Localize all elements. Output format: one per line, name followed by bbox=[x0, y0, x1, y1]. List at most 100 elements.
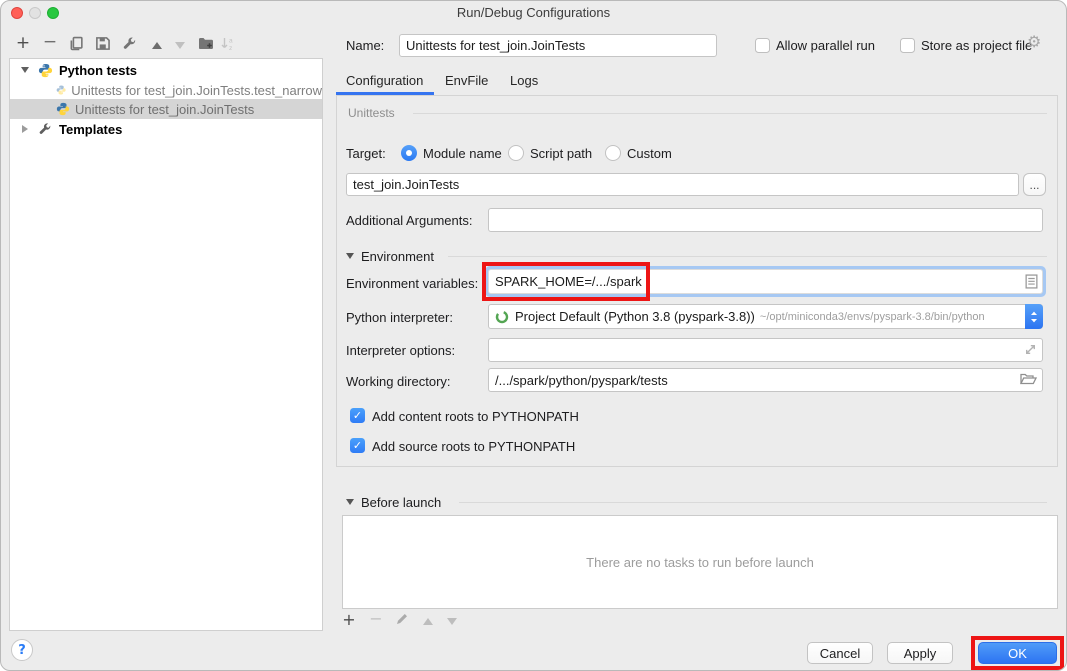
chevron-up-down-icon bbox=[1029, 309, 1039, 325]
before-launch-edit-button[interactable] bbox=[392, 609, 412, 629]
section-divider bbox=[459, 502, 1047, 503]
move-up-button[interactable] bbox=[147, 35, 167, 55]
tab-envfile[interactable]: EnvFile bbox=[445, 73, 488, 88]
add-source-roots-label: Add source roots to PYTHONPATH bbox=[372, 439, 575, 454]
before-launch-task-list: There are no tasks to run before launch bbox=[342, 515, 1058, 609]
before-launch-move-up-button[interactable] bbox=[418, 611, 438, 631]
wrench-icon bbox=[38, 122, 52, 136]
arrow-up-icon bbox=[152, 42, 162, 49]
tree-item-label: Unittests for test_join.JoinTests bbox=[75, 102, 254, 117]
store-as-project-file-checkbox[interactable] bbox=[900, 38, 915, 53]
tree-item-python-tests[interactable]: Python tests bbox=[10, 60, 322, 80]
add-source-roots-checkbox[interactable]: ✓ bbox=[350, 438, 365, 453]
python-icon bbox=[56, 102, 70, 116]
working-directory-label: Working directory: bbox=[346, 374, 451, 389]
section-divider bbox=[413, 113, 1047, 114]
environment-collapse-icon[interactable] bbox=[346, 253, 354, 259]
gear-icon[interactable]: ⚙ bbox=[1027, 32, 1041, 51]
before-launch-collapse-icon[interactable] bbox=[346, 499, 354, 505]
cancel-button[interactable]: Cancel bbox=[807, 642, 873, 664]
python-interpreter-select[interactable]: Project Default (Python 3.8 (pyspark-3.8… bbox=[488, 304, 1043, 329]
tree-item-unittests-jointests-selected[interactable]: Unittests for test_join.JoinTests bbox=[10, 99, 322, 119]
arrow-down-icon bbox=[447, 618, 457, 625]
working-directory-value: /.../spark/python/pyspark/tests bbox=[495, 373, 668, 388]
tree-item-templates[interactable]: Templates bbox=[10, 119, 322, 139]
unittests-section-title: Unittests bbox=[348, 106, 395, 120]
expand-icon[interactable] bbox=[22, 125, 28, 133]
python-icon bbox=[38, 63, 53, 78]
add-content-roots-label: Add content roots to PYTHONPATH bbox=[372, 409, 579, 424]
environment-section-title: Environment bbox=[361, 249, 434, 264]
new-folder-icon bbox=[198, 36, 214, 50]
minus-icon: − bbox=[43, 32, 57, 52]
additional-arguments-input[interactable] bbox=[488, 208, 1043, 232]
tree-item-unittests-test-narrow[interactable]: Unittests for test_join.JoinTests.test_n… bbox=[10, 80, 322, 100]
target-custom-label: Custom bbox=[627, 146, 672, 161]
ellipsis-icon: ... bbox=[1029, 178, 1039, 192]
target-script-path-label: Script path bbox=[530, 146, 592, 161]
target-custom-radio[interactable] bbox=[605, 145, 621, 161]
check-icon: ✓ bbox=[353, 409, 362, 422]
copy-icon bbox=[69, 36, 84, 51]
additional-arguments-label: Additional Arguments: bbox=[346, 213, 472, 228]
interpreter-options-label: Interpreter options: bbox=[346, 343, 455, 358]
tree-item-label: Unittests for test_join.JoinTests.test_n… bbox=[71, 83, 322, 98]
arrow-down-icon bbox=[175, 42, 185, 49]
target-value-input[interactable]: test_join.JoinTests bbox=[346, 173, 1019, 196]
working-directory-input[interactable]: /.../spark/python/pyspark/tests bbox=[488, 368, 1043, 392]
save-configuration-button[interactable] bbox=[92, 33, 112, 53]
target-value: test_join.JoinTests bbox=[353, 177, 459, 192]
sort-configurations-button[interactable]: az bbox=[218, 33, 238, 53]
section-divider bbox=[448, 256, 1047, 257]
sort-az-icon: az bbox=[220, 36, 236, 51]
environment-variables-input[interactable]: SPARK_HOME=/.../spark bbox=[488, 269, 1043, 294]
name-input[interactable]: Unittests for test_join.JoinTests bbox=[399, 34, 717, 57]
before-launch-move-down-button[interactable] bbox=[442, 611, 462, 631]
allow-parallel-run-checkbox[interactable] bbox=[755, 38, 770, 53]
before-launch-empty-text: There are no tasks to run before launch bbox=[586, 555, 814, 570]
browse-working-directory-button[interactable] bbox=[1020, 372, 1037, 391]
target-module-name-radio[interactable] bbox=[401, 145, 417, 161]
tab-logs[interactable]: Logs bbox=[510, 73, 538, 88]
pencil-icon bbox=[395, 612, 409, 626]
collapse-icon[interactable] bbox=[21, 67, 29, 73]
name-label: Name: bbox=[346, 38, 384, 53]
minus-icon: − bbox=[369, 609, 382, 628]
target-module-name-label: Module name bbox=[423, 146, 502, 161]
python-interpreter-path: ~/opt/miniconda3/envs/pyspark-3.8/bin/py… bbox=[760, 311, 985, 323]
plus-icon: + bbox=[16, 33, 30, 53]
variables-list-icon bbox=[1025, 274, 1038, 289]
env-variables-value: SPARK_HOME=/.../spark bbox=[495, 274, 642, 289]
add-content-roots-checkbox[interactable]: ✓ bbox=[350, 408, 365, 423]
plus-icon: + bbox=[342, 610, 355, 629]
move-down-button[interactable] bbox=[170, 35, 190, 55]
title-bar: Run/Debug Configurations bbox=[1, 1, 1066, 23]
allow-parallel-run-label: Allow parallel run bbox=[776, 38, 875, 53]
remove-configuration-button[interactable]: − bbox=[40, 32, 60, 52]
target-script-path-radio[interactable] bbox=[508, 145, 524, 161]
interpreter-options-input[interactable] bbox=[488, 338, 1043, 362]
ok-button[interactable]: OK bbox=[978, 642, 1057, 664]
apply-button[interactable]: Apply bbox=[887, 642, 953, 664]
environment-variables-label: Environment variables: bbox=[346, 276, 478, 291]
before-launch-add-button[interactable]: + bbox=[339, 609, 359, 629]
edit-environment-variables-button[interactable] bbox=[1025, 274, 1038, 294]
interpreter-select-stepper[interactable] bbox=[1025, 304, 1043, 329]
create-folder-button[interactable] bbox=[196, 33, 216, 53]
python-interpreter-value: Project Default (Python 3.8 (pyspark-3.8… bbox=[515, 309, 755, 324]
help-button[interactable]: ? bbox=[11, 639, 33, 661]
before-launch-remove-button[interactable]: − bbox=[366, 608, 386, 628]
expand-field-button[interactable] bbox=[1024, 343, 1037, 361]
target-label: Target: bbox=[346, 146, 386, 161]
store-as-project-file-label: Store as project file bbox=[921, 38, 1032, 53]
tab-configuration[interactable]: Configuration bbox=[346, 73, 423, 88]
copy-configuration-button[interactable] bbox=[66, 33, 86, 53]
edit-templates-button[interactable] bbox=[119, 33, 139, 53]
save-icon bbox=[95, 36, 110, 51]
svg-text:z: z bbox=[229, 45, 232, 51]
browse-target-button[interactable]: ... bbox=[1023, 173, 1046, 196]
add-configuration-button[interactable]: + bbox=[13, 33, 33, 53]
expand-icon bbox=[1024, 343, 1037, 356]
check-icon: ✓ bbox=[353, 439, 362, 452]
svg-text:a: a bbox=[229, 37, 233, 44]
